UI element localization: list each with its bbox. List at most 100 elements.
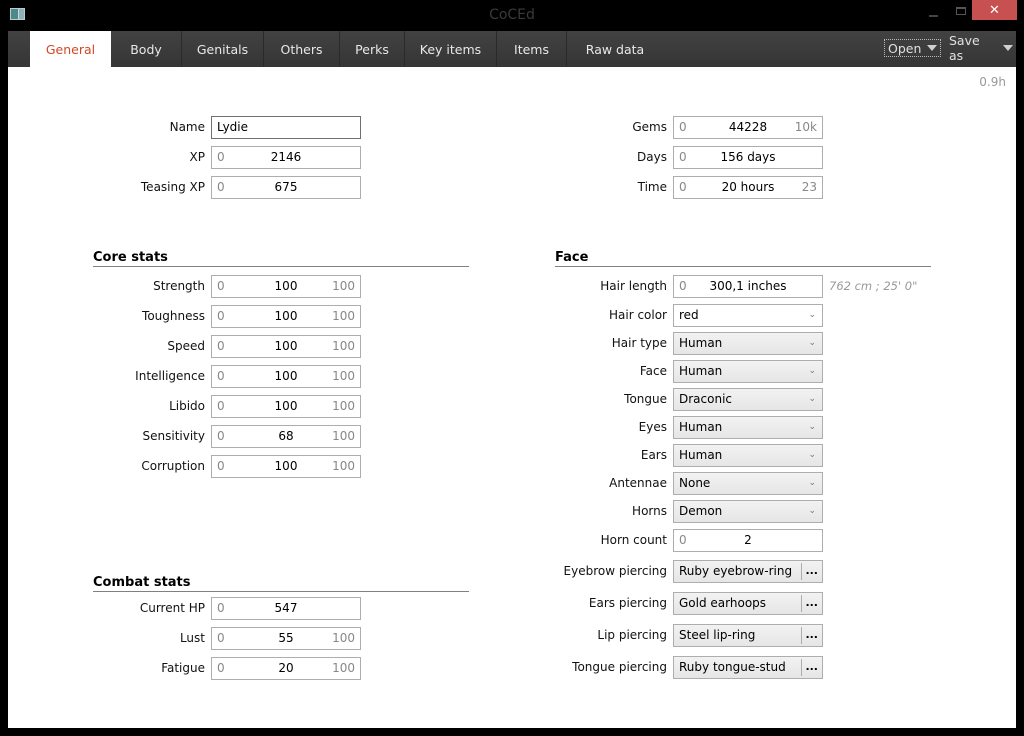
antennae-combobox[interactable]: None ⌄ [673,472,823,495]
hair-color-label: Hair color [608,308,667,322]
toughness-max: 100 [332,309,355,323]
name-value: Lydie [217,120,249,134]
tongue-label: Tongue [624,392,667,406]
tongue-combobox[interactable]: Draconic ⌄ [673,388,823,411]
chevron-down-icon: ⌄ [808,394,816,404]
hair-length-input[interactable]: 0 300,1 inches [673,275,823,298]
horn-count-input[interactable]: 0 2 [673,529,823,552]
hair-color-combobox[interactable]: red ⌄ [673,304,823,327]
face-header: Face [555,247,931,267]
hair-length-conversion: 762 cm ; 25' 0" [829,279,918,293]
tab-body[interactable]: Body [111,31,182,67]
ears-piercing-edit-button[interactable]: ... [805,593,818,612]
tab-others[interactable]: Others [264,31,340,67]
ears-piercing-selector[interactable]: Gold earhoops... [673,592,823,615]
general-panel: 0.9h Name Lydie XP 0 2146 Teasing XP 0 6… [8,67,1016,728]
strength-input[interactable]: 0 100 100 [211,275,361,298]
corruption-max: 100 [332,459,355,473]
maximize-button[interactable] [948,0,974,22]
libido-max: 100 [332,399,355,413]
save-as-menu-button[interactable]: Save as [946,33,1016,63]
fatigue-input[interactable]: 0 20 100 [211,657,361,680]
core-stats-header: Core stats [93,247,469,267]
separator [801,659,802,676]
gems-max: 10k [794,120,817,134]
lip-piercing-edit-button[interactable]: ... [805,625,818,644]
tab-items[interactable]: Items [497,31,567,67]
hair-type-value: Human [679,336,723,350]
intelligence-input[interactable]: 0 100 100 [211,365,361,388]
days-value: 156 days [720,150,776,164]
libido-label: Libido [169,399,205,413]
lust-label: Lust [179,631,205,645]
hair-color-value: red [679,308,699,322]
teasing-xp-input[interactable]: 0 675 [211,176,361,199]
tongue-piercing-edit-button[interactable]: ... [805,657,818,676]
eyebrow-piercing-label: Eyebrow piercing [563,564,667,578]
separator [801,595,802,612]
tab-general[interactable]: General [30,31,111,67]
fatigue-label: Fatigue [161,661,205,675]
combat-stats-header: Combat stats [93,572,469,592]
time-input[interactable]: 0 20 hours 23 [673,176,823,199]
ears-value: Human [679,448,723,462]
speed-label: Speed [167,339,205,353]
tongue-piercing-selector[interactable]: Ruby tongue-stud... [673,656,823,679]
horn-count-label: Horn count [600,533,667,547]
open-menu-button[interactable]: Open [884,39,942,57]
time-value: 20 hours [721,180,775,194]
separator [801,627,802,644]
lip-piercing-label: Lip piercing [597,628,667,642]
toughness-input[interactable]: 0 100 100 [211,305,361,328]
ears-piercing-value: Gold earhoops [679,596,767,610]
current-hp-input[interactable]: 0 547 [211,597,361,620]
tongue-value: Draconic [679,392,733,406]
chevron-down-icon: ⌄ [808,338,816,348]
face-combobox[interactable]: Human ⌄ [673,360,823,383]
time-label: Time [637,180,667,194]
eyebrow-piercing-edit-button[interactable]: ... [805,561,818,580]
maximize-icon [956,7,966,15]
minimize-button[interactable] [920,0,946,22]
face-label: Face [639,364,667,378]
lip-piercing-selector[interactable]: Steel lip-ring... [673,624,823,647]
days-input[interactable]: 0 156 days [673,146,823,169]
fatigue-max: 100 [332,661,355,675]
ears-combobox[interactable]: Human ⌄ [673,444,823,467]
xp-label: XP [189,150,205,164]
teasing-xp-value: 675 [274,180,298,194]
close-button[interactable]: ✕ [972,0,1017,20]
hair-length-value: 300,1 inches [709,279,787,293]
hair-type-combobox[interactable]: Human ⌄ [673,332,823,355]
name-input[interactable]: Lydie [211,116,361,139]
name-label: Name [169,120,205,134]
tab-genitals[interactable]: Genitals [182,31,264,67]
horns-combobox[interactable]: Demon ⌄ [673,500,823,523]
teasing-xp-label: Teasing XP [140,180,205,194]
chevron-down-icon: ⌄ [808,506,816,516]
chevron-down-icon: ⌄ [808,366,816,376]
eyebrow-piercing-value: Ruby eyebrow-ring [679,564,793,578]
days-label: Days [637,150,667,164]
eyebrow-piercing-selector[interactable]: Ruby eyebrow-ring... [673,560,823,583]
speed-input[interactable]: 0 100 100 [211,335,361,358]
gems-input[interactable]: 0 44228 10k [673,116,823,139]
tongue-piercing-label: Tongue piercing [572,660,667,674]
tab-raw-data[interactable]: Raw data [567,31,663,67]
tongue-piercing-value: Ruby tongue-stud [679,660,786,674]
corruption-label: Corruption [141,459,205,473]
caret-down-icon [927,45,938,51]
horns-value: Demon [679,504,723,518]
tab-key-items[interactable]: Key items [405,31,497,67]
corruption-input[interactable]: 0 100 100 [211,455,361,478]
sensitivity-input[interactable]: 0 68 100 [211,425,361,448]
antennae-value: None [679,476,711,490]
tab-perks[interactable]: Perks [340,31,405,67]
xp-input[interactable]: 0 2146 [211,146,361,169]
libido-input[interactable]: 0 100 100 [211,395,361,418]
lip-piercing-value: Steel lip-ring [679,628,756,642]
combat-stats-title: Combat stats [93,575,191,590]
lust-input[interactable]: 0 55 100 [211,627,361,650]
ears-piercing-label: Ears piercing [588,596,667,610]
eyes-combobox[interactable]: Human ⌄ [673,416,823,439]
